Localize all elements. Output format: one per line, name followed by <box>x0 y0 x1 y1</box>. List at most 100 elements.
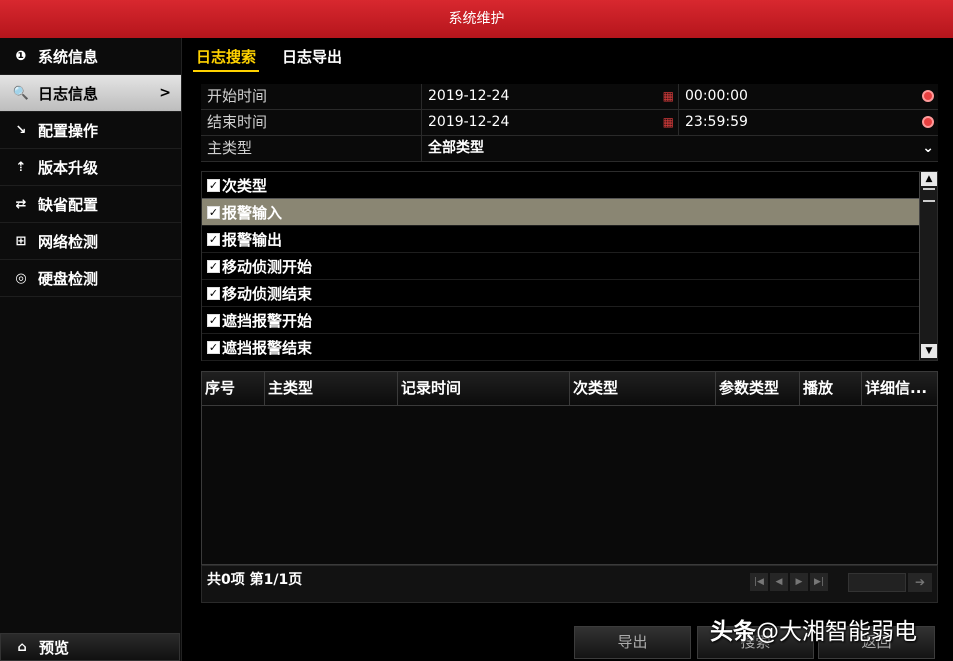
first-page-icon[interactable]: |◀ <box>750 573 768 591</box>
end-time-row: 结束时间 2019-12-24 ▦ 23:59:59 <box>201 110 938 136</box>
magnifier-icon: 🔍 <box>12 85 30 101</box>
sidebar-item-network-check[interactable]: ⊞ 网络检测 <box>0 223 181 260</box>
subtype-header-label: 次类型 <box>222 176 268 195</box>
scroll-up-icon[interactable]: ▲ <box>921 172 937 186</box>
network-icon: ⊞ <box>15 233 27 249</box>
column-header-record-time[interactable]: 记录时间 <box>398 372 570 405</box>
chevron-down-icon: ⌄ <box>922 140 934 156</box>
checkbox-checked-icon[interactable]: ✓ <box>207 232 220 246</box>
column-header-param-type[interactable]: 参数类型 <box>716 372 800 405</box>
sidebar-item-label: 硬盘检测 <box>38 269 99 288</box>
search-form: 开始时间 2019-12-24 ▦ 00:00:00 结束时间 2019-12-… <box>201 84 938 162</box>
subtype-item-label: 移动侦测开始 <box>222 257 313 276</box>
watermark: 头条@大湘智能弱电 <box>710 612 917 646</box>
sidebar: ❶ 系统信息 🔍 日志信息 > ↘ 配置操作 ⇡ 版本升级 ⇄ 缺省配置 ⊞ 网… <box>0 38 182 661</box>
sidebar-item-label: 缺省配置 <box>38 195 99 214</box>
subtype-item[interactable]: ✓ 报警输入 <box>202 199 919 226</box>
pagination-bar: 共0项 第1/1页 |◀ ◀ ▶ ▶| ➔ <box>201 565 938 603</box>
sidebar-item-label: 版本升级 <box>38 158 99 177</box>
end-time-label: 结束时间 <box>201 110 422 135</box>
subtype-item[interactable]: ✓ 遮挡报警结束 <box>202 334 919 361</box>
preview-button[interactable]: ⌂ 预览 <box>0 633 180 661</box>
prev-page-icon[interactable]: ◀ <box>770 573 788 591</box>
calendar-icon[interactable]: ▦ <box>663 110 674 135</box>
checkbox-checked-icon[interactable]: ✓ <box>207 178 220 192</box>
export-button[interactable]: 导出 <box>574 626 691 659</box>
end-date-field[interactable]: 2019-12-24 ▦ <box>422 110 679 135</box>
column-header-details[interactable]: 详细信... <box>862 372 937 405</box>
chevron-right-icon: > <box>159 85 171 101</box>
end-time-field[interactable]: 23:59:59 <box>679 110 938 135</box>
window-title: 系统维护 <box>0 0 953 38</box>
main-type-value: 全部类型 <box>428 140 484 156</box>
column-header-sub-type[interactable]: 次类型 <box>570 372 716 405</box>
subtype-checklist: ✓ 次类型 ✓ 报警输入 ✓ 报警输出 ✓ 移动侦测开始 ✓ 移动侦测结束 ✓ … <box>201 171 938 361</box>
sidebar-item-system-info[interactable]: ❶ 系统信息 <box>0 38 181 75</box>
log-results-table: 序号 主类型 记录时间 次类型 参数类型 播放 详细信... <box>201 371 938 565</box>
restore-icon: ⇄ <box>15 196 27 212</box>
checkbox-checked-icon[interactable]: ✓ <box>207 313 220 327</box>
start-date-field[interactable]: 2019-12-24 ▦ <box>422 84 679 109</box>
subtype-item-label: 报警输出 <box>222 230 283 249</box>
disk-icon: ◎ <box>15 270 27 286</box>
sidebar-item-label: 配置操作 <box>38 121 99 140</box>
info-icon: ❶ <box>15 48 27 64</box>
sidebar-item-label: 系统信息 <box>38 47 99 66</box>
main-type-select[interactable]: 全部类型 ⌄ <box>422 136 938 161</box>
start-time-label: 开始时间 <box>201 84 422 109</box>
clock-icon[interactable] <box>922 116 934 128</box>
upgrade-arrow-icon: ⇡ <box>15 159 27 175</box>
column-header-index[interactable]: 序号 <box>202 372 265 405</box>
tab-log-search[interactable]: 日志搜索 <box>193 45 260 72</box>
end-time-value: 23:59:59 <box>685 114 748 130</box>
column-header-playback[interactable]: 播放 <box>800 372 862 405</box>
next-page-icon[interactable]: ▶ <box>790 573 808 591</box>
subtype-item-label: 遮挡报警开始 <box>222 311 313 330</box>
tab-log-export[interactable]: 日志导出 <box>279 45 345 72</box>
main-type-label: 主类型 <box>201 136 422 161</box>
pagination-controls: |◀ ◀ ▶ ▶| <box>750 573 830 591</box>
sidebar-item-config-ops[interactable]: ↘ 配置操作 <box>0 112 181 149</box>
table-header: 序号 主类型 记录时间 次类型 参数类型 播放 详细信... <box>202 372 937 406</box>
checkbox-checked-icon[interactable]: ✓ <box>207 286 220 300</box>
sidebar-item-disk-check[interactable]: ◎ 硬盘检测 <box>0 260 181 297</box>
subtype-select-all[interactable]: ✓ 次类型 <box>202 172 919 199</box>
subtype-item[interactable]: ✓ 移动侦测结束 <box>202 280 919 307</box>
subtype-item[interactable]: ✓ 报警输出 <box>202 226 919 253</box>
end-date-value: 2019-12-24 <box>428 114 510 130</box>
start-time-row: 开始时间 2019-12-24 ▦ 00:00:00 <box>201 84 938 110</box>
subtype-item[interactable]: ✓ 遮挡报警开始 <box>202 307 919 334</box>
tab-bar: 日志搜索 日志导出 <box>193 45 946 72</box>
column-header-main-type[interactable]: 主类型 <box>265 372 398 405</box>
sidebar-item-label: 日志信息 <box>38 84 99 103</box>
checklist-scrollbar[interactable]: ▲ ▼ <box>919 172 937 360</box>
watermark-brand: 头条 <box>710 619 756 645</box>
watermark-handle: @大湘智能弱电 <box>756 619 917 645</box>
calendar-icon[interactable]: ▦ <box>663 84 674 109</box>
start-date-value: 2019-12-24 <box>428 88 510 104</box>
scroll-down-icon[interactable]: ▼ <box>921 344 937 358</box>
page-number-input[interactable] <box>848 573 906 592</box>
last-page-icon[interactable]: ▶| <box>810 573 828 591</box>
start-time-field[interactable]: 00:00:00 <box>679 84 938 109</box>
preview-label: 预览 <box>39 638 70 657</box>
checkbox-checked-icon[interactable]: ✓ <box>207 340 220 354</box>
main-type-row: 主类型 全部类型 ⌄ <box>201 136 938 162</box>
subtype-item-label: 移动侦测结束 <box>222 284 313 303</box>
sidebar-item-upgrade[interactable]: ⇡ 版本升级 <box>0 149 181 186</box>
sidebar-item-log-info[interactable]: 🔍 日志信息 > <box>0 75 181 112</box>
sidebar-item-default-config[interactable]: ⇄ 缺省配置 <box>0 186 181 223</box>
subtype-item-label: 遮挡报警结束 <box>222 338 313 357</box>
scroll-thumb[interactable] <box>923 188 935 202</box>
start-time-value: 00:00:00 <box>685 88 748 104</box>
checkbox-checked-icon[interactable]: ✓ <box>207 259 220 273</box>
sidebar-item-label: 网络检测 <box>38 232 99 251</box>
subtype-item[interactable]: ✓ 移动侦测开始 <box>202 253 919 280</box>
checkbox-checked-icon[interactable]: ✓ <box>207 205 220 219</box>
go-page-icon[interactable]: ➔ <box>908 573 932 592</box>
clock-icon[interactable] <box>922 90 934 102</box>
config-icon: ↘ <box>15 122 27 138</box>
home-icon: ⌂ <box>17 639 27 655</box>
pagination-summary: 共0项 第1/1页 <box>207 572 303 588</box>
subtype-item-label: 报警输入 <box>222 203 283 222</box>
